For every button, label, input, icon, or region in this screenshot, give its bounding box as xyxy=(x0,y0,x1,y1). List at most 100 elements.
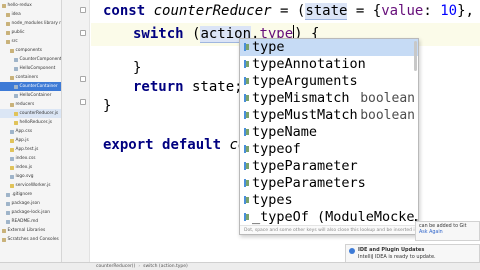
code-text: = { xyxy=(347,3,382,19)
fold-marker[interactable] xyxy=(80,7,86,13)
tree-item[interactable]: components xyxy=(0,46,61,55)
file-icon xyxy=(14,57,18,62)
fold-marker[interactable] xyxy=(80,99,86,105)
file-icon xyxy=(10,138,14,143)
code-text: }, xyxy=(457,3,480,19)
completion-label: typeof xyxy=(252,141,301,157)
breadcrumb-item[interactable]: counterReducer() xyxy=(96,264,135,269)
tree-item[interactable]: App.js xyxy=(0,136,61,145)
tree-item[interactable]: README.md xyxy=(0,217,61,226)
folder-icon xyxy=(6,30,10,35)
tree-item-label: components xyxy=(15,48,43,53)
completion-item[interactable]: typeof xyxy=(240,141,418,158)
function-name: counterReducer xyxy=(153,3,272,19)
code-text: } xyxy=(133,60,142,76)
vcs-notification[interactable]: can be added to Git Ask Again xyxy=(415,221,480,241)
completion-label: typeArguments xyxy=(252,73,358,89)
tree-item[interactable]: hello-redux xyxy=(0,1,61,10)
keyword: export xyxy=(103,137,154,153)
tree-item[interactable]: src xyxy=(0,37,61,46)
breadcrumb-item[interactable]: switch (action.type) xyxy=(143,264,188,269)
tree-item[interactable]: index.css xyxy=(0,154,61,163)
file-icon xyxy=(6,201,10,206)
completion-item[interactable]: typeName xyxy=(240,124,418,141)
completion-label: type xyxy=(252,39,285,55)
tree-item[interactable]: CounterContainer xyxy=(0,82,61,91)
completion-item[interactable]: type xyxy=(240,39,418,56)
tree-item-label: Scratches and Consoles xyxy=(7,237,59,242)
completion-label: types xyxy=(252,192,293,208)
editor-gutter xyxy=(62,0,90,262)
completion-item[interactable]: typeMismatch boolean xyxy=(240,90,418,107)
completion-item[interactable]: typeMustMatch boolean xyxy=(240,107,418,124)
tree-item[interactable]: containers xyxy=(0,73,61,82)
tree-item-label: HelloComponent xyxy=(19,66,56,71)
fold-marker[interactable] xyxy=(80,30,86,36)
tree-item[interactable]: node_modules library root xyxy=(0,19,61,28)
folder-icon xyxy=(10,102,14,107)
folder-icon xyxy=(2,3,6,8)
code-line-5: } xyxy=(103,95,111,118)
tree-item[interactable]: Scratches and Consoles xyxy=(0,235,61,244)
completion-label: _typeOf (ModuleMocke… xyxy=(252,209,419,225)
project-tree: hello-redux idea node_modules library root… xyxy=(0,0,61,244)
tree-item[interactable]: counterReducer.js xyxy=(0,109,61,118)
file-icon xyxy=(14,111,18,116)
ide-update-notification[interactable]: IDE and Plugin Updates IntelliJ IDEA is … xyxy=(345,244,480,263)
completion-label: typeParameters xyxy=(252,175,366,191)
completion-item[interactable]: typeParameter xyxy=(240,158,418,175)
completion-item[interactable]: typeArguments xyxy=(240,73,418,90)
code-text: : xyxy=(423,3,441,19)
tree-item-label: containers xyxy=(15,75,39,80)
code-text: = ( xyxy=(271,3,306,19)
file-icon xyxy=(10,147,14,152)
tree-item-label: CounterContainer xyxy=(19,84,58,89)
keyword: switch xyxy=(133,26,184,42)
completion-label: typeParameter xyxy=(252,158,358,174)
ask-again-link[interactable]: Ask Again xyxy=(419,230,476,236)
completion-item[interactable]: _typeOf (ModuleMocke… xyxy=(240,209,419,226)
tree-item[interactable]: package-lock.json xyxy=(0,208,61,217)
file-icon xyxy=(10,183,14,188)
file-icon xyxy=(14,84,18,89)
tree-item-label: package-lock.json xyxy=(11,210,51,215)
completion-label: typeAnnotation xyxy=(252,56,366,72)
tree-item[interactable]: helloReducer.js xyxy=(0,118,61,127)
number-literal: 10 xyxy=(440,3,458,19)
tree-item[interactable]: package.json xyxy=(0,199,61,208)
project-tree-panel: hello-redux idea node_modules library root… xyxy=(0,0,62,262)
tree-item-label: index.css xyxy=(15,156,36,161)
completion-scrollbar[interactable] xyxy=(414,41,417,71)
tree-item[interactable]: index.js xyxy=(0,163,61,172)
property-icon xyxy=(244,196,250,205)
folder-icon xyxy=(2,228,6,233)
tree-item[interactable]: .gitignore xyxy=(0,190,61,199)
fold-marker[interactable] xyxy=(80,76,86,82)
property-icon xyxy=(244,213,250,222)
tree-item[interactable]: logo.svg xyxy=(0,172,61,181)
property-icon xyxy=(244,60,250,69)
completion-type: boolean xyxy=(360,91,415,106)
completion-item[interactable]: types xyxy=(240,192,418,209)
tree-item[interactable]: serviceWorker.js xyxy=(0,181,61,190)
tree-item[interactable]: reducers xyxy=(0,100,61,109)
completion-type: boolean xyxy=(360,108,415,123)
tree-item[interactable]: CounterComponent xyxy=(0,55,61,64)
tree-item[interactable]: idea xyxy=(0,10,61,19)
tree-item-label: App.js xyxy=(15,138,29,143)
tree-item[interactable]: HelloContainer xyxy=(0,91,61,100)
tree-item-label: App.css xyxy=(15,129,33,134)
tree-item[interactable]: HelloComponent xyxy=(0,64,61,73)
completion-label: typeMustMatch xyxy=(252,107,358,123)
completion-item[interactable]: typeAnnotation xyxy=(240,56,418,73)
property-icon xyxy=(244,94,250,103)
tree-item[interactable]: External Libraries xyxy=(0,226,61,235)
tree-item[interactable]: App.css xyxy=(0,127,61,136)
keyword: default xyxy=(162,137,222,153)
file-icon xyxy=(6,210,10,215)
completion-item[interactable]: typeParameters xyxy=(240,175,418,192)
completion-label: typeMismatch xyxy=(252,90,350,106)
tree-item[interactable]: App.test.js xyxy=(0,145,61,154)
code-line-4: return state; xyxy=(133,76,243,99)
tree-item[interactable]: public xyxy=(0,28,61,37)
